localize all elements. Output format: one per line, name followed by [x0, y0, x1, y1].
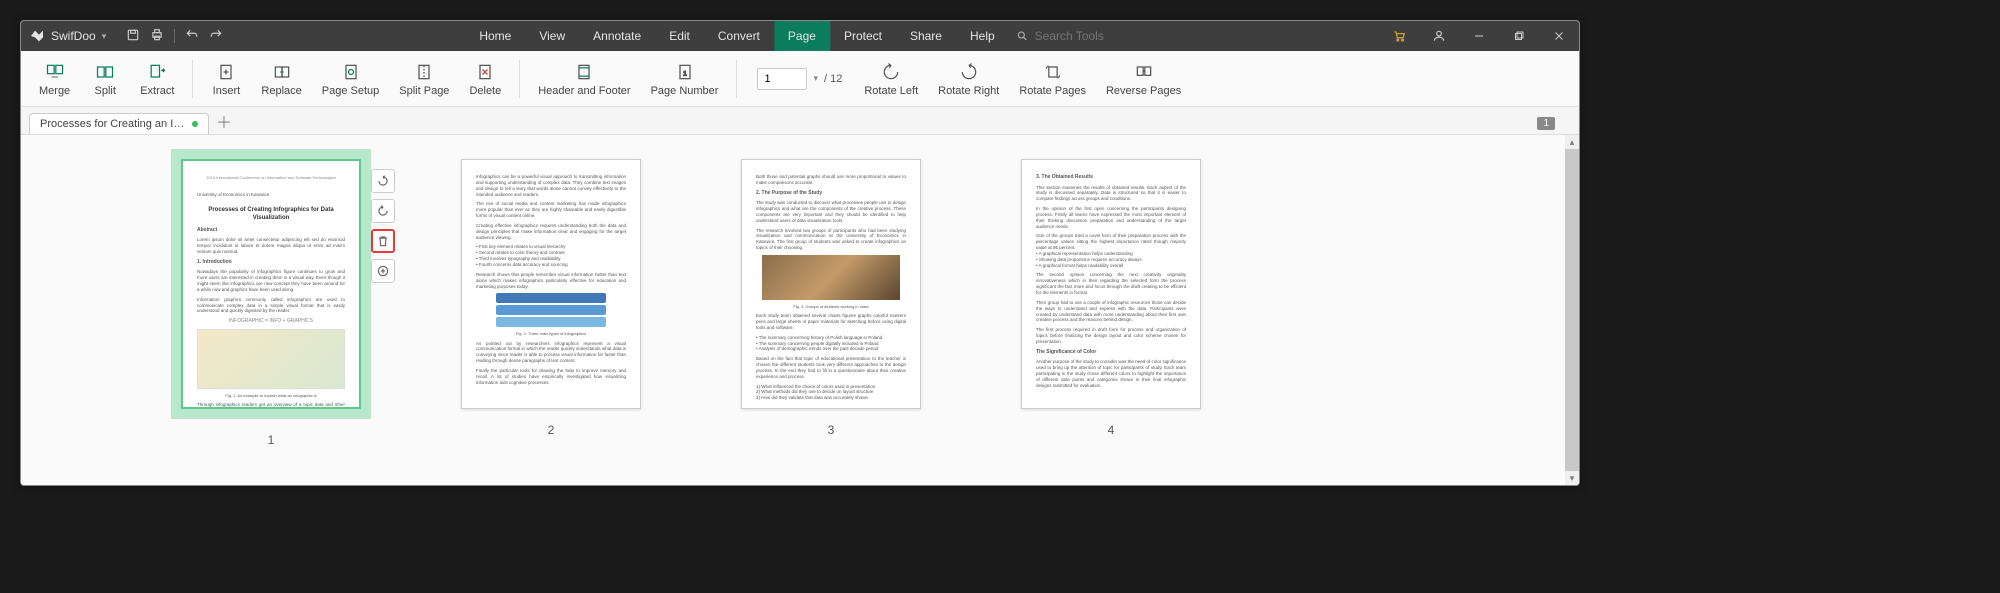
page-thumbnail-1[interactable]: 2019 International Conference on Informa…: [181, 159, 361, 455]
extract-button[interactable]: Extract: [132, 59, 182, 99]
svg-text:1: 1: [683, 70, 687, 77]
rotate-pages-button[interactable]: Rotate Pages: [1011, 59, 1094, 99]
thumbnail-view: 2019 International Conference on Informa…: [21, 135, 1579, 485]
page-actions: [371, 169, 395, 283]
split-page-button[interactable]: Split Page: [391, 59, 457, 99]
replace-button[interactable]: Replace: [253, 59, 309, 99]
tab-title: Processes for Creating an Info…: [40, 118, 186, 130]
page-selector: ▾ / 12: [757, 68, 842, 90]
swifdoo-icon: [29, 28, 45, 44]
print-icon[interactable]: [150, 28, 164, 45]
vertical-scrollbar[interactable]: ▴ ▾: [1565, 135, 1579, 485]
page-input[interactable]: [757, 68, 807, 90]
user-icon[interactable]: [1419, 21, 1459, 51]
menu-help[interactable]: Help: [956, 21, 1009, 51]
page-title: Processes of Creating Infographics for D…: [197, 206, 345, 223]
page-preview: Infographics can be a powerful visual ap…: [461, 159, 641, 409]
rotate-right-button[interactable]: Rotate Right: [930, 59, 1007, 99]
quick-access: [126, 28, 223, 45]
delete-page-button[interactable]: [371, 229, 395, 253]
app-name: SwifDoo: [51, 29, 96, 43]
page-indicator: 1: [1537, 117, 1555, 130]
page-number: 4: [1108, 423, 1115, 437]
page-number-button[interactable]: 1Page Number: [643, 59, 727, 99]
menu-annotate[interactable]: Annotate: [579, 21, 655, 51]
search-tools[interactable]: [1017, 21, 1135, 51]
cart-icon[interactable]: [1379, 21, 1419, 51]
scroll-down-icon[interactable]: ▾: [1565, 471, 1579, 485]
merge-button[interactable]: Merge: [31, 59, 78, 99]
split-button[interactable]: Split: [82, 59, 128, 99]
undo-icon[interactable]: [185, 28, 199, 45]
separator: [174, 29, 175, 43]
separator: [736, 60, 737, 98]
menu-page[interactable]: Page: [774, 21, 830, 51]
page-image: [197, 329, 345, 389]
separator: [192, 60, 193, 98]
page-thumbnail-2[interactable]: Infographics can be a powerful visual ap…: [461, 159, 641, 455]
page-setup-button[interactable]: Page Setup: [314, 59, 388, 99]
redo-icon[interactable]: [209, 28, 223, 45]
window-controls: [1379, 21, 1579, 51]
page-number: 2: [548, 423, 555, 437]
scroll-up-icon[interactable]: ▴: [1565, 135, 1579, 149]
search-icon: [1017, 30, 1029, 42]
separator: [519, 60, 520, 98]
add-tab-button[interactable]: ＋: [213, 110, 235, 132]
scrollbar-thumb[interactable]: [1565, 149, 1579, 471]
page-thumbnail-3[interactable]: Both those and potential graphs should u…: [741, 159, 921, 455]
page-preview: 3. The Obtained Results This section exa…: [1021, 159, 1201, 409]
search-input[interactable]: [1035, 29, 1135, 43]
rotate-left-button[interactable]: Rotate Left: [856, 59, 926, 99]
page-preview: 2019 International Conference on Informa…: [181, 159, 361, 409]
menu-share[interactable]: Share: [896, 21, 956, 51]
ribbon-toolbar: Merge Split Extract Insert Replace Page …: [21, 51, 1579, 107]
header-footer-button[interactable]: Header and Footer: [530, 59, 638, 99]
titlebar: SwifDoo ▾ Home View Annotate Edit Conver…: [21, 21, 1579, 51]
page-number: 1: [268, 433, 275, 447]
page-thumbnail-4[interactable]: 3. The Obtained Results This section exa…: [1021, 159, 1201, 455]
app-window: SwifDoo ▾ Home View Annotate Edit Conver…: [20, 20, 1580, 486]
save-icon[interactable]: [126, 28, 140, 45]
menu-convert[interactable]: Convert: [704, 21, 774, 51]
page-number: 3: [828, 423, 835, 437]
page-photo: [762, 255, 900, 300]
page-diagram: [496, 293, 606, 327]
add-page-button[interactable]: [371, 259, 395, 283]
close-button[interactable]: [1539, 21, 1579, 51]
menu-protect[interactable]: Protect: [830, 21, 896, 51]
menu-home[interactable]: Home: [465, 21, 525, 51]
page-total: / 12: [824, 73, 842, 85]
minimize-button[interactable]: [1459, 21, 1499, 51]
app-logo: SwifDoo ▾: [21, 28, 114, 44]
page-preview: Both those and potential graphs should u…: [741, 159, 921, 409]
rotate-cw-button[interactable]: [371, 169, 395, 193]
delete-button[interactable]: Delete: [461, 59, 509, 99]
document-tabbar: Processes for Creating an Info… ＋ 1: [21, 107, 1579, 135]
main-menu: Home View Annotate Edit Convert Page Pro…: [465, 21, 1134, 51]
document-tab[interactable]: Processes for Creating an Info…: [29, 113, 209, 134]
dropdown-icon[interactable]: ▾: [102, 31, 107, 42]
dropdown-icon[interactable]: ▾: [813, 73, 818, 84]
unsaved-indicator-icon: [192, 121, 198, 127]
insert-button[interactable]: Insert: [203, 59, 249, 99]
reverse-pages-button[interactable]: Reverse Pages: [1098, 59, 1189, 99]
menu-edit[interactable]: Edit: [655, 21, 704, 51]
rotate-ccw-button[interactable]: [371, 199, 395, 223]
menu-view[interactable]: View: [525, 21, 579, 51]
maximize-button[interactable]: [1499, 21, 1539, 51]
